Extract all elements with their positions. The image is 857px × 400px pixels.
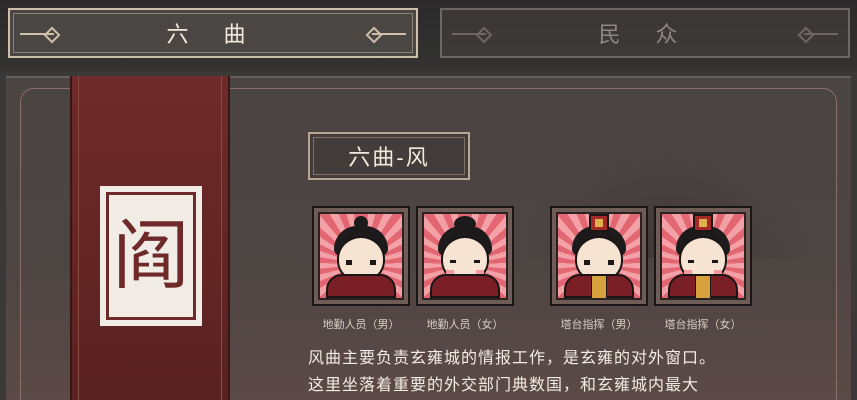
description: 风曲主要负责玄雍城的情报工作，是玄雍的对外窗口。 这里坐落着重要的外交部门典数国… xyxy=(308,344,848,398)
eyes-icon xyxy=(584,260,614,265)
role-portrait xyxy=(660,212,746,300)
role-caption: 塔台指挥（女） xyxy=(664,318,742,331)
topknot-icon xyxy=(354,216,368,230)
role-caption: 地勤人员（女） xyxy=(426,318,504,331)
role-portrait xyxy=(556,212,642,300)
eyes-icon xyxy=(346,260,376,265)
tab-label: 民 众 xyxy=(598,23,692,48)
eyes-icon xyxy=(688,260,718,263)
top-tab-bar: 六 曲 民 众 xyxy=(0,0,857,72)
description-line: 这里坐落着重要的外交部门典数国，和玄雍城内最大 xyxy=(308,375,700,394)
official-hat-icon xyxy=(693,214,713,232)
role-caption: 地勤人员（男） xyxy=(322,318,400,331)
tab-ornament-left-icon xyxy=(20,33,54,35)
role-card-tower-female[interactable] xyxy=(654,206,752,306)
role-caption: 塔台指挥（男） xyxy=(560,318,638,331)
section-title: 六曲-风 xyxy=(308,132,470,180)
official-hat-icon xyxy=(589,214,609,232)
role-card-ground-female[interactable] xyxy=(416,206,514,306)
tab-ornament-right-icon xyxy=(804,33,838,35)
robe-icon xyxy=(430,274,500,298)
tab-ornament-left-icon xyxy=(452,33,486,35)
seal-glyph: 阎 xyxy=(106,192,196,320)
tab-label: 六 曲 xyxy=(166,23,260,48)
tab-liuqu[interactable]: 六 曲 xyxy=(8,8,418,58)
robe-icon xyxy=(564,274,634,298)
role-portrait xyxy=(422,212,508,300)
tab-minzhong[interactable]: 民 众 xyxy=(440,8,850,58)
seal-emblem: 阎 xyxy=(100,186,202,326)
role-card-tower-male[interactable] xyxy=(550,206,648,306)
robe-icon xyxy=(326,274,396,298)
eyes-icon xyxy=(450,260,480,263)
tab-ornament-right-icon xyxy=(372,33,406,35)
robe-icon xyxy=(668,274,738,298)
description-line: 风曲主要负责玄雍城的情报工作，是玄雍的对外窗口。 xyxy=(308,348,717,367)
role-portrait xyxy=(318,212,404,300)
role-card-ground-male[interactable] xyxy=(312,206,410,306)
